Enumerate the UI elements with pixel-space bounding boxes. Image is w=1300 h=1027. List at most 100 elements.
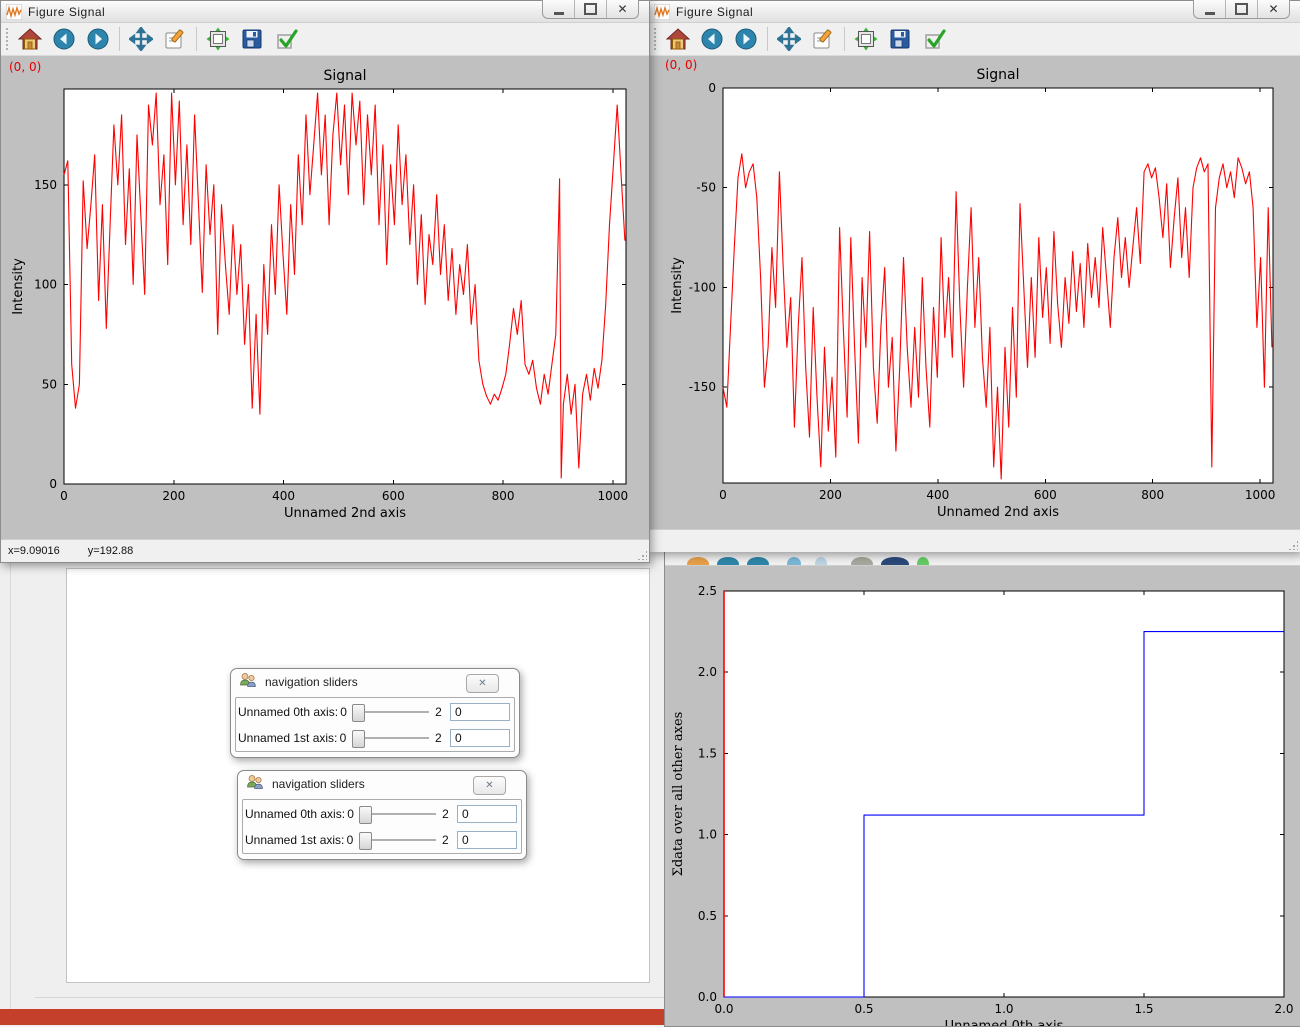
- svg-text:Signal: Signal: [976, 67, 1019, 83]
- toolbar-drag-handle[interactable]: [5, 27, 9, 51]
- slider-min: 0: [338, 705, 349, 719]
- svg-text:0.0: 0.0: [698, 990, 717, 1004]
- figure-window-bottom: 0.00.51.01.52.00.00.51.01.52.02.5Unnamed…: [664, 549, 1300, 1027]
- home-icon[interactable]: [665, 26, 691, 52]
- svg-text:1000: 1000: [598, 489, 629, 503]
- svg-text:0: 0: [60, 489, 68, 503]
- minimize-button[interactable]: [543, 0, 575, 18]
- partial-customize-icon: [815, 557, 827, 566]
- sliders-groupbox: Unnamed 0th axis: 0 2 Unnamed 1st axis: …: [242, 799, 522, 854]
- dialog-title: navigation sliders: [265, 675, 358, 689]
- svg-text:-50: -50: [696, 181, 716, 195]
- customize-icon[interactable]: [162, 26, 188, 52]
- slider-handle[interactable]: [359, 832, 372, 850]
- slider-min: 0: [345, 807, 356, 821]
- matplotlib-logo-icon: [6, 4, 22, 20]
- svg-text:Intensity: Intensity: [670, 257, 685, 314]
- axis-slider[interactable]: [358, 805, 438, 823]
- svg-text:1.0: 1.0: [698, 828, 717, 842]
- svg-text:Signal: Signal: [323, 68, 366, 84]
- maximize-button[interactable]: [575, 0, 607, 18]
- axis-value-input[interactable]: [457, 805, 517, 823]
- axis-label: Unnamed 1st axis:: [238, 731, 337, 745]
- save-icon[interactable]: [887, 26, 913, 52]
- close-button[interactable]: ✕: [1258, 0, 1289, 18]
- resize-grip[interactable]: [1288, 540, 1298, 550]
- maximize-button[interactable]: [1226, 0, 1258, 18]
- svg-text:200: 200: [819, 488, 842, 502]
- customize-icon[interactable]: [810, 26, 836, 52]
- svg-text:2.0: 2.0: [1274, 1002, 1293, 1016]
- svg-text:600: 600: [1034, 488, 1057, 502]
- axis-slider[interactable]: [351, 729, 431, 747]
- left-gutter-divider: [10, 562, 11, 1009]
- svg-text:1.5: 1.5: [698, 746, 717, 760]
- slider-handle[interactable]: [359, 806, 372, 824]
- titlebar-right[interactable]: Figure Signal ✕: [649, 1, 1300, 23]
- dialog-titlebar[interactable]: navigation sliders ✕: [231, 669, 519, 695]
- svg-text:400: 400: [272, 489, 295, 503]
- axis-slider[interactable]: [358, 831, 438, 849]
- svg-text:Σdata over all other axes: Σdata over all other axes: [671, 712, 686, 877]
- figure-canvas-right[interactable]: (0, 0) 020040060080010000-50-100-150Sign…: [649, 56, 1300, 529]
- statusbar-right: [649, 529, 1300, 552]
- slider-handle[interactable]: [352, 704, 365, 722]
- axis-label: Unnamed 0th axis:: [245, 807, 345, 821]
- axis-value-input[interactable]: [457, 831, 517, 849]
- pan-icon[interactable]: [128, 26, 154, 52]
- apply-checkmark-icon[interactable]: [273, 26, 299, 52]
- bottom-strip-divider: [35, 997, 664, 998]
- subplots-icon[interactable]: [205, 26, 231, 52]
- partial-pan-icon: [787, 557, 801, 566]
- signal-plot-right[interactable]: 020040060080010000-50-100-150SignalUnnam…: [649, 56, 1300, 529]
- axis-label: Unnamed 1st axis:: [245, 833, 344, 847]
- svg-text:1.5: 1.5: [1134, 1002, 1153, 1016]
- toolbar-separator: [767, 27, 768, 51]
- figure-canvas-bottom[interactable]: 0.00.51.01.52.00.00.51.01.52.02.5Unnamed…: [665, 566, 1300, 1026]
- toolbar-separator: [844, 27, 845, 51]
- forward-icon[interactable]: [85, 26, 111, 52]
- minimize-button[interactable]: [1194, 0, 1226, 18]
- dialog-close-button[interactable]: ✕: [466, 674, 499, 693]
- svg-text:1.0: 1.0: [994, 1002, 1013, 1016]
- users-icon: [246, 774, 264, 795]
- svg-text:2.0: 2.0: [698, 665, 717, 679]
- axis-value-input[interactable]: [450, 703, 510, 721]
- subplots-icon[interactable]: [853, 26, 879, 52]
- navigation-sliders-dialog-2: navigation sliders ✕ Unnamed 0th axis: 0…: [237, 770, 527, 860]
- sliders-groupbox: Unnamed 0th axis: 0 2 Unnamed 1st axis: …: [235, 697, 515, 752]
- slider-handle[interactable]: [352, 730, 365, 748]
- apply-checkmark-icon[interactable]: [921, 26, 947, 52]
- pan-icon[interactable]: [776, 26, 802, 52]
- dialog-titlebar[interactable]: navigation sliders ✕: [238, 771, 526, 797]
- axis-slider[interactable]: [351, 703, 431, 721]
- status-x-value: x=9.09016: [8, 545, 60, 557]
- window-title: Figure Signal: [28, 5, 105, 19]
- svg-text:1000: 1000: [1245, 488, 1276, 502]
- navigation-sliders-dialog-1: navigation sliders ✕ Unnamed 0th axis: 0…: [230, 668, 520, 758]
- partial-subplots-icon: [851, 557, 873, 566]
- toolbar-drag-handle[interactable]: [653, 27, 657, 51]
- back-icon[interactable]: [699, 26, 725, 52]
- titlebar-left[interactable]: Figure Signal ✕: [1, 1, 649, 23]
- figure-window-left: Figure Signal ✕ (0, 0) 02004006008001000…: [0, 0, 650, 563]
- save-icon[interactable]: [239, 26, 265, 52]
- dialog-title: navigation sliders: [272, 777, 365, 791]
- partial-toolbar-strip: [665, 550, 1300, 566]
- resize-grip[interactable]: [637, 550, 647, 560]
- svg-text:0: 0: [49, 477, 57, 491]
- sum-step-plot[interactable]: 0.00.51.01.52.00.00.51.01.52.02.5Unnamed…: [665, 566, 1300, 1026]
- close-button[interactable]: ✕: [607, 0, 638, 18]
- home-icon[interactable]: [17, 26, 43, 52]
- figure-canvas-left[interactable]: (0, 0) 02004006008001000050100150SignalU…: [1, 56, 649, 539]
- users-icon: [239, 672, 257, 693]
- partial-home-icon: [687, 557, 709, 566]
- back-icon[interactable]: [51, 26, 77, 52]
- signal-plot-left[interactable]: 02004006008001000050100150SignalUnnamed …: [1, 56, 649, 539]
- forward-icon[interactable]: [733, 26, 759, 52]
- slider-row-1st-axis: Unnamed 1st axis: 0 2: [238, 726, 510, 750]
- dialog-close-button[interactable]: ✕: [473, 776, 506, 795]
- svg-text:0: 0: [708, 81, 716, 95]
- axis-value-input[interactable]: [450, 729, 510, 747]
- slider-min: 0: [344, 833, 355, 847]
